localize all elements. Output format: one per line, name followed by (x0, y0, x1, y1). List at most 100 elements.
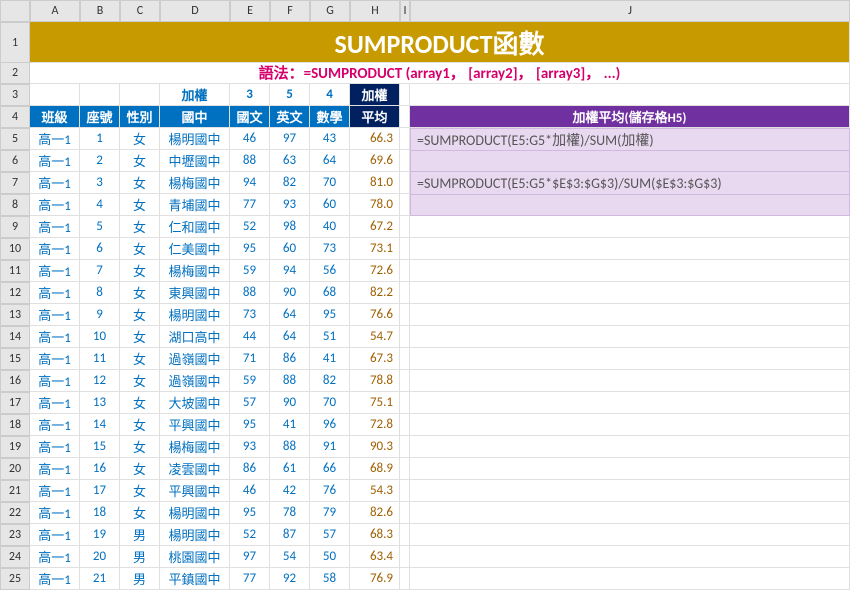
weighted-avg-cell[interactable]: 81.0 (350, 172, 400, 194)
data-cell[interactable]: 68 (310, 282, 350, 304)
data-cell[interactable]: 女 (120, 304, 160, 326)
data-cell[interactable]: 58 (310, 568, 350, 590)
data-cell[interactable]: 59 (230, 260, 270, 282)
data-cell[interactable]: 高一1 (30, 128, 80, 150)
data-cell[interactable]: 女 (120, 458, 160, 480)
data-cell[interactable]: 女 (120, 128, 160, 150)
data-cell[interactable]: 高一1 (30, 546, 80, 568)
data-cell[interactable]: 46 (230, 480, 270, 502)
weighted-avg-cell[interactable]: 66.3 (350, 128, 400, 150)
weighted-avg-cell[interactable]: 82.2 (350, 282, 400, 304)
data-cell[interactable]: 16 (80, 458, 120, 480)
row-header[interactable]: 10 (0, 238, 30, 260)
row-header[interactable]: 9 (0, 216, 30, 238)
data-cell[interactable]: 男 (120, 568, 160, 590)
data-cell[interactable]: 92 (270, 568, 310, 590)
row-header[interactable]: 4 (0, 106, 30, 128)
row-header[interactable]: 16 (0, 370, 30, 392)
column-header[interactable]: D (160, 0, 230, 22)
data-cell[interactable]: 86 (230, 458, 270, 480)
data-cell[interactable]: 21 (80, 568, 120, 590)
row-header[interactable]: 1 (0, 22, 30, 64)
data-cell[interactable]: 高一1 (30, 348, 80, 370)
row-header[interactable]: 13 (0, 304, 30, 326)
row-header[interactable]: 17 (0, 392, 30, 414)
data-cell[interactable]: 73 (310, 238, 350, 260)
data-cell[interactable]: 52 (230, 216, 270, 238)
data-cell[interactable]: 97 (230, 546, 270, 568)
data-cell[interactable]: 19 (80, 524, 120, 546)
data-cell[interactable]: 41 (310, 348, 350, 370)
data-cell[interactable]: 15 (80, 436, 120, 458)
data-cell[interactable]: 56 (310, 260, 350, 282)
data-cell[interactable]: 86 (270, 348, 310, 370)
data-cell[interactable]: 64 (310, 150, 350, 172)
weighted-avg-cell[interactable]: 68.3 (350, 524, 400, 546)
row-header[interactable]: 8 (0, 194, 30, 216)
row-header[interactable]: 3 (0, 84, 30, 106)
data-cell[interactable]: 平興國中 (160, 414, 230, 436)
weighted-avg-cell[interactable]: 75.1 (350, 392, 400, 414)
data-cell[interactable]: 78 (270, 502, 310, 524)
data-cell[interactable]: 女 (120, 238, 160, 260)
data-cell[interactable]: 14 (80, 414, 120, 436)
data-cell[interactable]: 8 (80, 282, 120, 304)
data-cell[interactable]: 88 (230, 282, 270, 304)
data-cell[interactable]: 88 (270, 370, 310, 392)
data-cell[interactable]: 5 (80, 216, 120, 238)
data-cell[interactable]: 高一1 (30, 194, 80, 216)
data-cell[interactable]: 96 (310, 414, 350, 436)
data-cell[interactable]: 2 (80, 150, 120, 172)
data-cell[interactable]: 13 (80, 392, 120, 414)
data-cell[interactable]: 凌雲國中 (160, 458, 230, 480)
data-cell[interactable]: 女 (120, 436, 160, 458)
row-header[interactable]: 20 (0, 458, 30, 480)
data-cell[interactable]: 95 (230, 414, 270, 436)
data-cell[interactable]: 高一1 (30, 150, 80, 172)
data-cell[interactable]: 93 (270, 194, 310, 216)
column-header[interactable]: B (80, 0, 120, 22)
data-cell[interactable]: 76 (310, 480, 350, 502)
data-cell[interactable]: 楊明國中 (160, 502, 230, 524)
data-cell[interactable]: 高一1 (30, 238, 80, 260)
data-cell[interactable]: 87 (270, 524, 310, 546)
data-cell[interactable]: 11 (80, 348, 120, 370)
row-header[interactable]: 6 (0, 150, 30, 172)
data-cell[interactable]: 平鎮國中 (160, 568, 230, 590)
data-cell[interactable]: 高一1 (30, 392, 80, 414)
data-cell[interactable]: 71 (230, 348, 270, 370)
data-cell[interactable]: 女 (120, 370, 160, 392)
data-cell[interactable]: 楊明國中 (160, 128, 230, 150)
data-cell[interactable]: 12 (80, 370, 120, 392)
weighted-avg-cell[interactable]: 73.1 (350, 238, 400, 260)
row-header[interactable]: 14 (0, 326, 30, 348)
data-cell[interactable]: 51 (310, 326, 350, 348)
data-cell[interactable]: 女 (120, 194, 160, 216)
row-header[interactable]: 23 (0, 524, 30, 546)
data-cell[interactable]: 52 (230, 524, 270, 546)
data-cell[interactable]: 97 (270, 128, 310, 150)
column-header[interactable]: J (410, 0, 850, 22)
weighted-avg-cell[interactable]: 67.3 (350, 348, 400, 370)
column-header[interactable]: A (30, 0, 80, 22)
weighted-avg-cell[interactable]: 90.3 (350, 436, 400, 458)
weighted-avg-cell[interactable]: 76.9 (350, 568, 400, 590)
data-cell[interactable]: 94 (230, 172, 270, 194)
data-cell[interactable]: 女 (120, 150, 160, 172)
data-cell[interactable]: 40 (310, 216, 350, 238)
weighted-avg-cell[interactable]: 63.4 (350, 546, 400, 568)
weighted-avg-cell[interactable]: 54.7 (350, 326, 400, 348)
data-cell[interactable]: 88 (230, 150, 270, 172)
weighted-avg-cell[interactable]: 82.6 (350, 502, 400, 524)
column-header[interactable]: E (230, 0, 270, 22)
row-header[interactable]: 21 (0, 480, 30, 502)
data-cell[interactable]: 女 (120, 414, 160, 436)
data-cell[interactable]: 77 (230, 194, 270, 216)
data-cell[interactable]: 79 (310, 502, 350, 524)
data-cell[interactable]: 91 (310, 436, 350, 458)
data-cell[interactable]: 59 (230, 370, 270, 392)
row-header[interactable]: 24 (0, 546, 30, 568)
data-cell[interactable]: 10 (80, 326, 120, 348)
data-cell[interactable]: 高一1 (30, 414, 80, 436)
data-cell[interactable]: 7 (80, 260, 120, 282)
